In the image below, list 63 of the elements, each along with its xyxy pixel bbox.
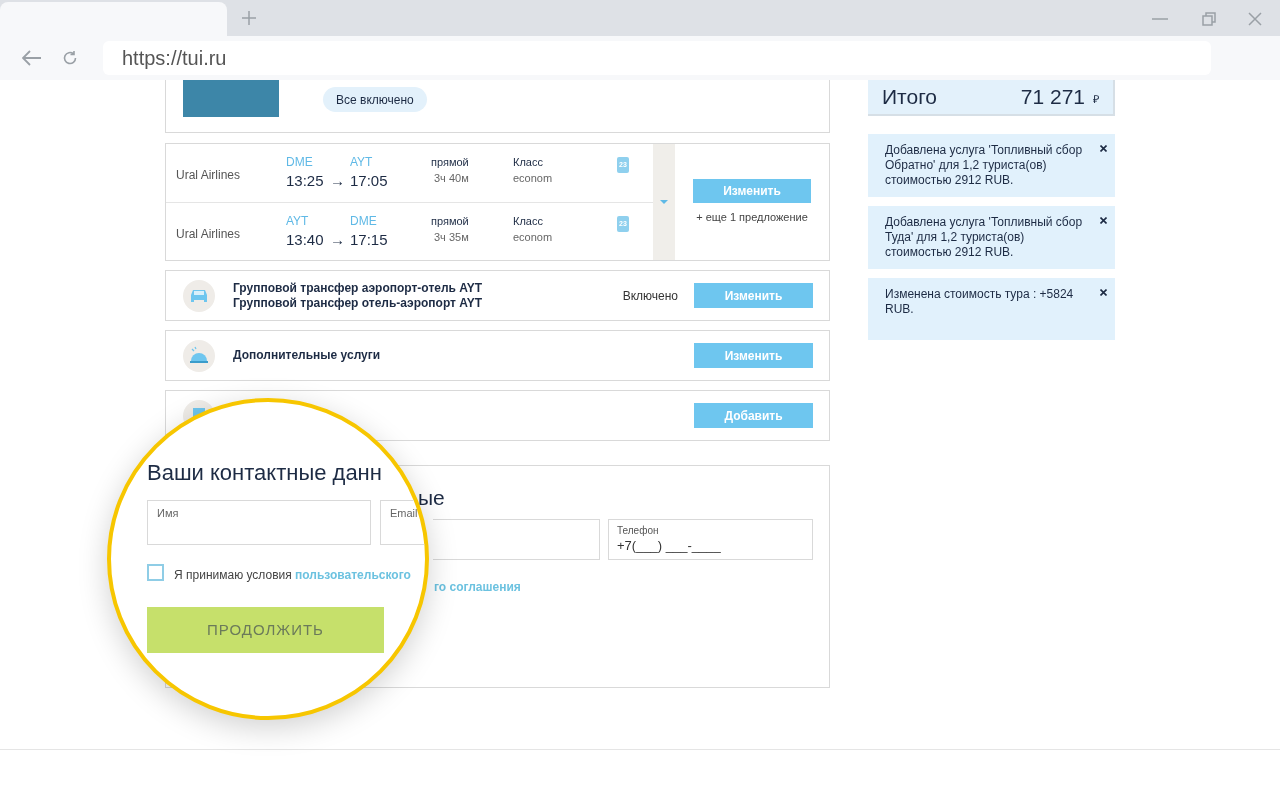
arrow-text: → (330, 230, 346, 250)
agreement-link[interactable]: пользовательского (295, 568, 411, 582)
field-label: Телефон (617, 525, 659, 537)
arrival-time: 17:15 (350, 230, 388, 250)
stops-text: прямой (431, 214, 469, 228)
close-icon[interactable] (1100, 217, 1107, 224)
class-value: econom (513, 230, 553, 244)
change-button[interactable]: Изменить (694, 283, 813, 308)
class-label: Класс (513, 214, 543, 228)
agreement-link[interactable]: го соглашения (434, 578, 521, 596)
agreement-text: Я принимаю условия пользовательского (174, 567, 411, 584)
arrival-time: 17:05 (350, 171, 388, 191)
caret-icon (660, 200, 668, 204)
class-label: Класс (513, 155, 543, 169)
airport-code: DME (350, 214, 377, 228)
section-heading: Ваши контактные данн (147, 459, 382, 487)
notification-text: Добавлена услуга 'Топливный сбор Обратно' для 1,2 туриста(ов) стоимостью 2912 RUB. (885, 143, 1084, 188)
airport-code: DME (286, 155, 314, 169)
total-value: 71 271 (1020, 84, 1085, 111)
airline-name: Ural Airlines (175, 226, 242, 243)
currency-symbol: ₽ (1093, 91, 1099, 107)
field-value: +7(___) ___-____ (617, 538, 721, 554)
departure-time: 13:25 (286, 171, 325, 191)
service-title: Дополнительные услуги (233, 348, 381, 363)
continue-button[interactable]: ПРОДОЛЖИТЬ (147, 607, 384, 653)
phone-field[interactable]: Телефон +7(___) ___-____ (608, 519, 813, 560)
notification-text: Изменена стоимость тура : +5824 RUB. (885, 287, 1075, 317)
add-button[interactable]: Добавить (694, 403, 813, 428)
stops-text: прямой (431, 155, 469, 169)
arrow-text: → (330, 171, 346, 191)
departure-time: 13:40 (286, 230, 325, 250)
new-tab-icon[interactable] (241, 10, 257, 26)
total-label: Итого (882, 84, 938, 111)
status-text: Включено (622, 287, 678, 305)
input-field[interactable]: Имя (147, 500, 371, 545)
class-value: econom (513, 171, 553, 185)
checkbox[interactable] (147, 564, 164, 581)
back-icon[interactable] (22, 50, 42, 66)
service-title: Групповой трансфер аэропорт-отель AYT (233, 280, 483, 296)
duration-text: 3ч 40м (434, 171, 469, 185)
field-label: Email (390, 506, 418, 521)
airport-code: AYT (286, 214, 310, 228)
input-field[interactable] (433, 519, 600, 560)
close-icon[interactable] (1100, 145, 1107, 152)
change-button[interactable]: Изменить (694, 343, 813, 368)
minimize-icon[interactable] (1152, 18, 1168, 20)
expand-column[interactable] (653, 144, 675, 260)
reload-icon[interactable] (62, 50, 78, 66)
notification-text: Добавлена услуга 'Топливный сбор Туда' для 1,2 туриста(ов) стоимостью 2912 RUB. (885, 215, 1084, 260)
service-title: Групповой трансфер отель-аэропорт AYT (233, 295, 483, 311)
airport-code: AYT (350, 155, 373, 169)
car-icon (183, 279, 215, 312)
board-tag: Все включено (323, 87, 427, 112)
restore-icon[interactable] (1202, 12, 1216, 26)
close-icon[interactable] (1100, 289, 1107, 296)
field-label: Имя (157, 506, 179, 521)
duration-text: 3ч 35м (434, 230, 469, 244)
service-bell-icon (183, 339, 215, 372)
address-bar[interactable]: https://tui.ru (103, 41, 1211, 75)
airline-name: Ural Airlines (175, 167, 242, 184)
change-button[interactable]: Изменить (693, 179, 811, 203)
more-offers-text: + еще 1 предложение (696, 210, 808, 225)
browser-tab[interactable] (0, 2, 227, 36)
